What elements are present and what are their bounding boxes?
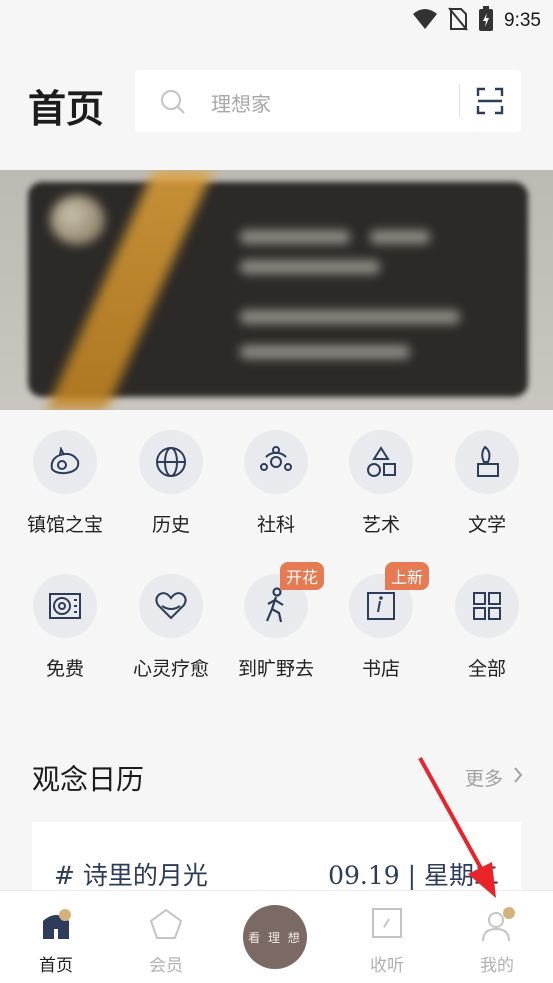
chevron-right-icon <box>513 766 523 789</box>
grid-icon <box>455 574 519 638</box>
category-label: 艺术 <box>361 514 400 536</box>
tab-label: 我的 <box>480 956 514 976</box>
tab-label: 收听 <box>370 956 404 976</box>
banner-text-line <box>370 230 430 244</box>
heart-icon <box>139 574 203 638</box>
banner-logo <box>50 195 105 245</box>
ink-pen-icon <box>455 430 519 494</box>
globe-icon <box>139 430 203 494</box>
category-social[interactable]: 社科 <box>226 430 326 537</box>
badge: 上新 <box>384 562 429 590</box>
walking-icon: 开花 <box>244 562 324 638</box>
scan-icon[interactable] <box>475 86 505 120</box>
battery-charging-icon <box>478 6 494 36</box>
no-sim-icon <box>448 7 468 35</box>
home-icon <box>39 907 73 945</box>
listen-icon <box>371 907 403 943</box>
category-healing[interactable]: 心灵疗愈 <box>121 574 221 681</box>
category-label: 到旷野去 <box>237 658 314 680</box>
category-label: 文学 <box>467 514 506 536</box>
badge: 开花 <box>279 562 324 590</box>
tab-member[interactable]: 会员 <box>116 891 216 983</box>
tab-label: 会员 <box>149 956 183 976</box>
status-icons: 9:35 <box>412 6 541 36</box>
category-label: 心灵疗愈 <box>132 658 209 680</box>
center-button[interactable]: 看 理 想 <box>243 905 307 969</box>
category-all[interactable]: 全部 <box>437 574 537 681</box>
category-label: 社科 <box>256 514 295 536</box>
tab-listen[interactable]: 收听 <box>337 891 437 983</box>
banner-text-line <box>240 230 350 244</box>
category-label: 免费 <box>45 658 84 680</box>
category-bookstore[interactable]: 上新 书店 <box>331 562 431 681</box>
banner-text-line <box>240 260 380 274</box>
book-icon: 上新 <box>349 562 429 638</box>
card-date: 09.19 | 星期二 <box>328 861 499 890</box>
category-literature[interactable]: 文学 <box>437 430 537 537</box>
wifi-icon <box>412 8 438 34</box>
category-free[interactable]: 免费 <box>15 574 115 681</box>
section-title: 观念日历 <box>32 763 145 796</box>
category-label: 历史 <box>151 514 190 536</box>
treasure-icon <box>33 430 97 494</box>
search-icon <box>159 88 187 120</box>
category-art[interactable]: 艺术 <box>331 430 431 537</box>
search-input[interactable]: 理想家 <box>135 70 521 132</box>
category-wilderness[interactable]: 开花 到旷野去 <box>226 562 326 681</box>
vinyl-icon <box>33 574 97 638</box>
more-label: 更多 <box>464 768 503 790</box>
more-link[interactable]: 更多 <box>465 764 523 791</box>
network-icon <box>244 430 308 494</box>
category-label: 镇馆之宝 <box>26 514 103 536</box>
header: 首页 理想家 <box>0 68 553 132</box>
status-bar: 9:35 <box>0 0 553 40</box>
tab-label: 首页 <box>39 956 73 976</box>
card-tag: # 诗里的月光 <box>54 861 208 890</box>
status-time: 9:35 <box>504 10 541 31</box>
user-icon <box>479 907 515 947</box>
category-treasure[interactable]: 镇馆之宝 <box>15 430 115 537</box>
category-history[interactable]: 历史 <box>121 430 221 537</box>
banner-text-line <box>240 345 410 359</box>
tab-home[interactable]: 首页 <box>6 891 106 983</box>
tab-mine[interactable]: 我的 <box>447 891 547 983</box>
page-title: 首页 <box>28 86 105 131</box>
banner-text-line <box>240 310 460 324</box>
tab-bar: 首页 会员 看 理 想 收听 我的 <box>0 890 553 983</box>
member-icon <box>148 907 184 945</box>
search-placeholder: 理想家 <box>211 92 271 116</box>
search-divider <box>459 84 460 118</box>
shapes-icon <box>349 430 413 494</box>
category-label: 书店 <box>361 658 400 680</box>
category-label: 全部 <box>467 658 506 680</box>
banner-carousel[interactable] <box>0 170 553 410</box>
